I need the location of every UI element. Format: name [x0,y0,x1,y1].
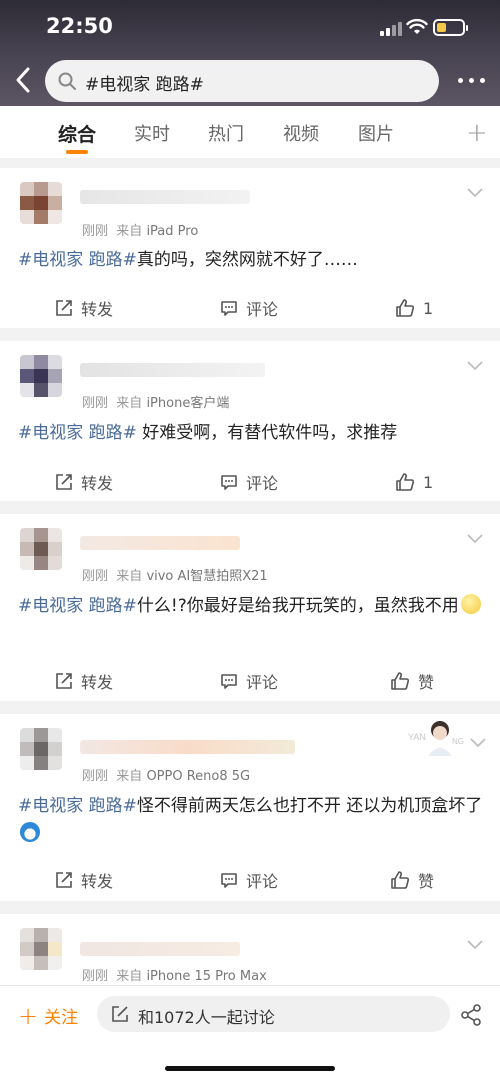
back-arrow-icon[interactable] [12,66,34,94]
search-icon [58,72,76,90]
post-card[interactable]: 刚刚 来自 iPhone 15 Pro Max [0,914,500,986]
post-card[interactable]: 刚刚 来自 iPad Pro #电视家 跑路#真的吗，突然网就不好了…… 转发 … [0,168,500,328]
repost-button[interactable]: 转发 [55,860,113,900]
battery-icon [433,19,468,36]
username[interactable] [80,942,240,956]
thumbs-up-icon [391,672,410,690]
avatar[interactable] [20,182,62,224]
avatar[interactable] [20,928,62,970]
comment-icon [221,674,237,689]
status-bar: 22:50 [0,0,500,56]
tab-comprehensive[interactable]: 综合 [58,120,96,147]
comment-button[interactable]: 评论 [220,860,278,900]
repost-icon [56,300,72,316]
username[interactable] [80,536,240,550]
post-meta: 刚刚 来自 iPhone客户端 [82,396,230,411]
avatar[interactable] [20,728,62,770]
post-text: #电视家 跑路#真的吗，突然网就不好了…… [18,250,358,270]
post-actions: 转发 评论 1 [0,288,500,328]
thumbs-up-icon [396,299,415,317]
tab-video[interactable]: 视频 [283,120,319,146]
comment-icon [221,475,237,490]
bottom-bar: + 关注 和1072人一起讨论 [0,985,500,1081]
tab-images[interactable]: 图片 [358,120,394,146]
comment-button[interactable]: 评论 [220,288,278,328]
thumbs-up-icon [391,871,410,889]
username[interactable] [80,190,250,204]
discuss-input[interactable]: 和1072人一起讨论 [97,996,450,1032]
post-text: #电视家 跑路# 好难受啊，有替代软件吗，求推荐 [18,423,398,443]
post-actions: 转发 评论 赞 [0,661,500,701]
comment-icon [221,301,237,316]
post-card[interactable]: 刚刚 来自 vivo AI智慧拍照X21 #电视家 跑路#什么!?你最好是给我开… [0,514,500,701]
chevron-down-icon[interactable] [467,361,483,371]
repost-icon [56,673,72,689]
repost-button[interactable]: 转发 [55,661,113,701]
hashtag-link[interactable]: #电视家 跑路# [18,596,137,616]
active-tab-indicator [66,150,88,154]
search-bar[interactable]: #电视家 跑路# [45,60,439,102]
chevron-down-icon[interactable] [467,940,483,950]
top-header: 22:50 #电视家 跑路# [0,0,500,106]
tab-bar: 综合 实时 热门 视频 图片 [0,106,500,158]
chevron-down-icon[interactable] [467,188,483,198]
post-meta: 刚刚 来自 iPhone 15 Pro Max [82,969,267,984]
repost-button[interactable]: 转发 [55,288,113,328]
repost-icon [56,474,72,490]
chevron-down-icon[interactable] [470,738,486,748]
comment-button[interactable]: 评论 [220,462,278,502]
comment-icon [221,873,237,888]
signal-icon [380,20,402,36]
like-button[interactable]: 1 [395,462,433,502]
post-actions: 转发 评论 赞 [0,860,500,900]
post-meta: 刚刚 来自 iPad Pro [82,224,199,239]
plus-icon: + [18,1001,39,1030]
repost-button[interactable]: 转发 [55,462,113,502]
wifi-icon [406,18,428,34]
username[interactable] [80,740,295,754]
home-indicator [165,1066,335,1071]
post-actions: 转发 评论 1 [0,462,500,502]
hashtag-link[interactable]: #电视家 跑路# [18,250,137,270]
tab-realtime[interactable]: 实时 [134,120,170,146]
post-text: #电视家 跑路#怪不得前两天怎么也打不开 还以为机顶盒坏了 [18,792,486,848]
hashtag-link[interactable]: #电视家 跑路# [18,796,137,816]
status-time: 22:50 [46,14,113,38]
comment-button[interactable]: 评论 [220,661,278,701]
repost-icon [56,872,72,888]
post-card[interactable]: 刚刚 来自 iPhone客户端 #电视家 跑路# 好难受啊，有替代软件吗，求推荐… [0,341,500,501]
more-options-icon[interactable] [456,70,488,90]
username[interactable] [80,363,265,377]
like-button[interactable]: 1 [395,288,433,328]
tab-hot[interactable]: 热门 [208,120,244,146]
follow-button[interactable]: + 关注 [18,1001,78,1030]
like-button[interactable]: 赞 [390,661,434,701]
like-button[interactable]: 赞 [390,860,434,900]
edit-icon [112,1006,128,1022]
member-badge-image: YAN NG [408,716,464,756]
smile-emoji-icon [460,594,481,614]
share-icon[interactable] [460,1004,482,1026]
avatar[interactable] [20,528,62,570]
svg-text:NG: NG [452,737,464,746]
add-tab-icon[interactable]: + [466,118,488,148]
avatar[interactable] [20,355,62,397]
search-query[interactable]: #电视家 跑路# [85,70,204,95]
post-meta: 刚刚 来自 vivo AI智慧拍照X21 [82,569,268,584]
hashtag-link[interactable]: #电视家 跑路# [18,423,137,443]
post-card[interactable]: YAN NG 刚刚 来自 OPPO Reno8 5G #电视家 跑路#怪不得前两… [0,714,500,901]
post-meta: 刚刚 来自 OPPO Reno8 5G [82,769,251,784]
doraemon-emoji-icon [20,822,40,842]
thumbs-up-icon [396,473,415,491]
svg-text:YAN: YAN [408,732,426,742]
chevron-down-icon[interactable] [467,534,483,544]
post-text: #电视家 跑路#什么!?你最好是给我开玩笑的，虽然我不用 [18,592,486,620]
